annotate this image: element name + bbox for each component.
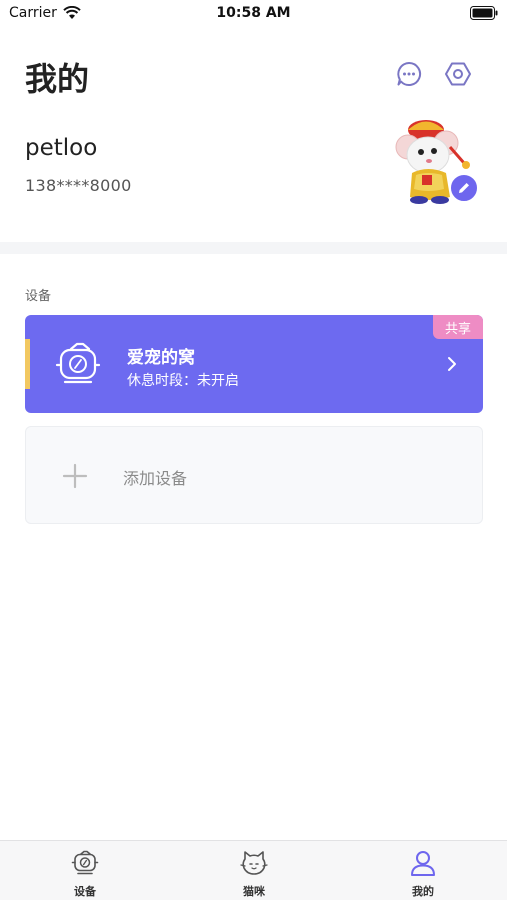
status-bar: Carrier 10:58 AM [0, 0, 507, 28]
tab-devices-label: 设备 [74, 885, 96, 898]
phone-number: 138****8000 [25, 176, 132, 195]
battery-icon [470, 6, 498, 20]
card-accent-bar [25, 339, 30, 389]
tab-devices[interactable]: 设备 [25, 841, 145, 900]
device-status: 休息时段：未开启 [127, 373, 239, 389]
cat-icon [240, 851, 268, 875]
settings-icon [445, 62, 471, 86]
tab-bar: 设备 猫咪 我的 [0, 840, 507, 900]
section-divider [0, 242, 507, 254]
tab-cats[interactable]: 猫咪 [194, 841, 314, 900]
add-device-button[interactable]: 添加设备 [25, 426, 483, 524]
message-icon [397, 61, 422, 86]
tab-mine[interactable]: 我的 [363, 841, 483, 900]
device-name: 爱宠的窝 [127, 348, 195, 368]
devices-section-label: 设备 [25, 289, 52, 304]
pencil-icon [459, 183, 469, 193]
add-device-label: 添加设备 [123, 469, 188, 488]
messages-button[interactable] [395, 60, 423, 88]
pet-house-icon [55, 342, 101, 384]
chevron-right-icon [448, 357, 456, 371]
tab-mine-label: 我的 [412, 885, 434, 898]
pet-house-icon [71, 850, 99, 875]
username: petloo [25, 135, 98, 161]
tab-cats-label: 猫咪 [243, 885, 265, 898]
edit-profile-button[interactable] [449, 173, 479, 203]
settings-button[interactable] [444, 60, 472, 88]
share-badge: 共享 [433, 315, 483, 339]
device-card[interactable]: 爱宠的窝 休息时段：未开启 共享 [25, 315, 483, 413]
clock: 10:58 AM [216, 5, 291, 21]
plus-icon [62, 463, 88, 489]
person-icon [411, 851, 435, 876]
page-title: 我的 [25, 60, 90, 98]
